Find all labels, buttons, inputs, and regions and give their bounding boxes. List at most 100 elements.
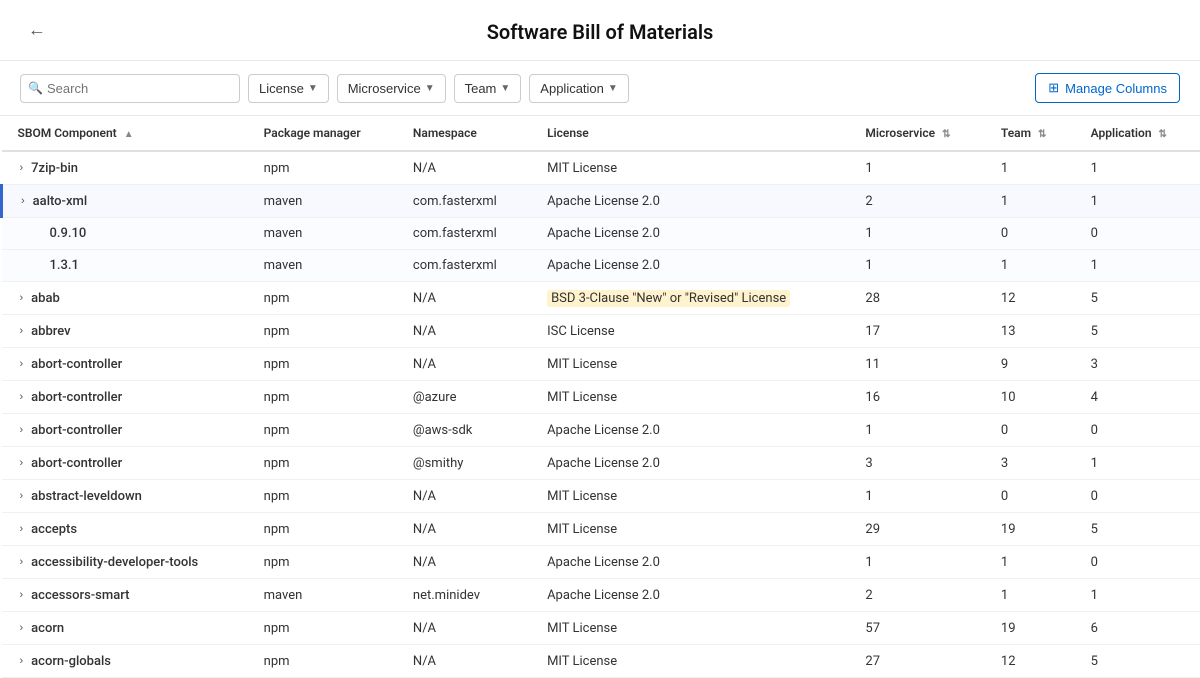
cell-application: 6 [1075,612,1200,645]
expand-button[interactable]: › [18,160,26,176]
cell-team: 12 [985,645,1075,678]
table-row: ›abbrevnpmN/AISC License17135 [2,315,1200,348]
license-filter-button[interactable]: License ▼ [248,74,329,103]
cell-team: 1 [985,546,1075,579]
expand-button[interactable]: › [18,554,26,570]
component-cell: › accepts [2,513,248,546]
cell-license: MIT License [531,151,849,185]
expand-button[interactable]: › [18,323,26,339]
cell-team: 1 [985,250,1075,282]
sbom-table: SBOM Component ▲ Package manager Namespa… [0,116,1200,678]
cell-microservice: 17 [849,315,984,348]
cell-team: 1 [985,185,1075,218]
cell-namespace: N/A [397,513,531,546]
component-name: abab [31,291,60,306]
cell-namespace: N/A [397,480,531,513]
expand-button[interactable]: › [18,488,26,504]
application-sort-icon: ⇅ [1159,129,1167,140]
column-header-package-manager[interactable]: Package manager [248,116,397,151]
team-filter-button[interactable]: Team ▼ [454,74,522,103]
cell-microservice: 57 [849,612,984,645]
expand-button[interactable]: › [18,653,26,669]
expand-button[interactable]: › [18,422,26,438]
cell-package_manager: npm [248,480,397,513]
cell-team: 0 [985,414,1075,447]
cell-license: MIT License [531,381,849,414]
cell-microservice: 2 [849,579,984,612]
cell-package_manager: npm [248,513,397,546]
search-input[interactable] [20,74,240,103]
cell-team: 19 [985,513,1075,546]
component-name: accessors-smart [31,588,129,603]
component-name: 0.9.10 [50,226,87,241]
cell-package_manager: npm [248,381,397,414]
table-row: ›aalto-xmlmavencom.fasterxmlApache Licen… [2,185,1200,218]
cell-license: Apache License 2.0 [531,447,849,480]
expand-button[interactable]: › [18,521,26,537]
expand-button[interactable]: › [18,455,26,471]
column-header-component[interactable]: SBOM Component ▲ [2,116,248,151]
cell-package_manager: npm [248,151,397,185]
cell-application: 5 [1075,282,1200,315]
cell-license: BSD 3-Clause "New" or "Revised" License [531,282,849,315]
column-header-microservice[interactable]: Microservice ⇅ [849,116,984,151]
table-row: ›ababnpmN/ABSD 3-Clause "New" or "Revise… [2,282,1200,315]
back-button[interactable]: ← [20,16,54,45]
cell-license: Apache License 2.0 [531,250,849,282]
cell-team: 10 [985,381,1075,414]
cell-microservice: 16 [849,381,984,414]
cell-namespace: @aws-sdk [397,414,531,447]
cell-license: Apache License 2.0 [531,546,849,579]
expand-button[interactable]: › [19,193,27,209]
expand-button[interactable]: › [18,389,26,405]
cell-microservice: 1 [849,414,984,447]
cell-namespace: N/A [397,315,531,348]
page-title: Software Bill of Materials [487,20,714,44]
expand-button[interactable]: › [18,587,26,603]
cell-license: Apache License 2.0 [531,579,849,612]
expand-button[interactable]: › [18,620,26,636]
cell-namespace: N/A [397,612,531,645]
cell-license: MIT License [531,480,849,513]
table-row: 1.3.1mavencom.fasterxmlApache License 2.… [2,250,1200,282]
column-header-application[interactable]: Application ⇅ [1075,116,1200,151]
microservice-filter-button[interactable]: Microservice ▼ [337,74,446,103]
cell-microservice: 2 [849,185,984,218]
cell-microservice: 3 [849,447,984,480]
cell-microservice: 1 [849,151,984,185]
table-row: ›7zip-binnpmN/AMIT License111 [2,151,1200,185]
component-name: accepts [31,522,77,537]
cell-application: 1 [1075,185,1200,218]
component-cell: 0.9.10 [2,218,248,250]
cell-package_manager: maven [248,579,397,612]
component-cell: ›aalto-xml [2,185,248,218]
cell-package_manager: npm [248,645,397,678]
microservice-sort-icon: ⇅ [942,129,950,140]
cell-application: 1 [1075,447,1200,480]
component-name: abort-controller [31,390,122,405]
column-header-namespace[interactable]: Namespace [397,116,531,151]
expand-button[interactable]: › [18,356,26,372]
component-cell: ›acorn-globals [2,645,248,678]
cell-namespace: com.fasterxml [397,250,531,282]
table-header-row: SBOM Component ▲ Package manager Namespa… [2,116,1200,151]
cell-namespace: N/A [397,282,531,315]
cell-team: 13 [985,315,1075,348]
expand-button[interactable]: › [18,290,26,306]
column-header-team[interactable]: Team ⇅ [985,116,1075,151]
cell-package_manager: maven [248,185,397,218]
column-header-license[interactable]: License [531,116,849,151]
cell-team: 9 [985,348,1075,381]
cell-application: 0 [1075,546,1200,579]
manage-columns-button[interactable]: ⊞ Manage Columns [1035,73,1180,103]
application-filter-button[interactable]: Application ▼ [529,74,629,103]
component-cell: › abort-controller [2,381,248,414]
cell-application: 4 [1075,381,1200,414]
table-row: ›accessors-smartmavennet.minidevApache L… [2,579,1200,612]
manage-columns-icon: ⊞ [1048,80,1059,96]
component-cell: ›accessibility-developer-tools [2,546,248,579]
cell-namespace: N/A [397,546,531,579]
cell-package_manager: npm [248,546,397,579]
team-filter-label: Team [465,81,497,96]
cell-team: 0 [985,218,1075,250]
